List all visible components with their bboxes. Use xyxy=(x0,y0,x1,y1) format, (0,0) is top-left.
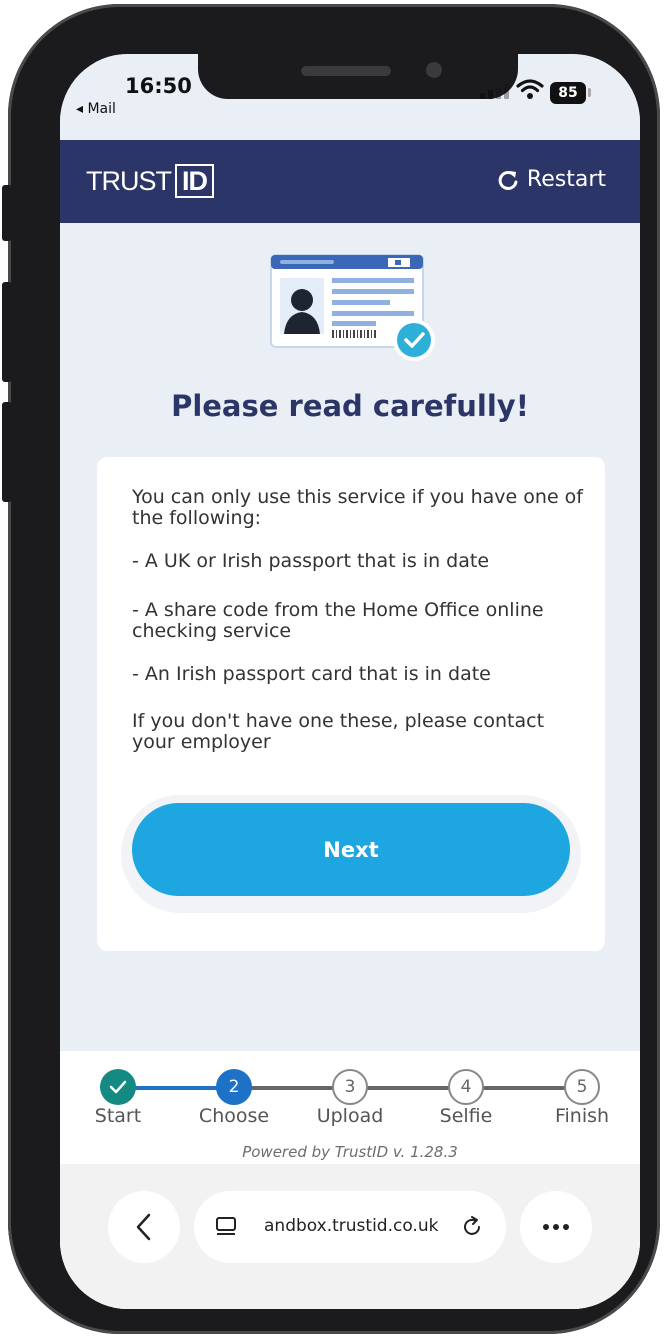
browser-toolbar: andbox.trustid.co.uk xyxy=(60,1164,640,1309)
reload-icon[interactable] xyxy=(460,1215,484,1239)
step-choose: 2 xyxy=(216,1069,252,1105)
notch xyxy=(198,54,518,99)
volume-down-button xyxy=(2,402,12,502)
step-label-start: Start xyxy=(94,1105,142,1127)
wifi-icon xyxy=(516,79,544,99)
back-to-mail-link[interactable]: ◂ Mail xyxy=(76,101,116,117)
back-chevron-icon xyxy=(136,1213,151,1241)
step-upload: 3 xyxy=(332,1069,368,1105)
status-bar: 16:50 ◂ Mail 85 xyxy=(60,54,640,140)
speaker xyxy=(301,66,391,76)
info-card: You can only use this service if you hav… xyxy=(97,457,605,951)
id-card-check-icon xyxy=(270,254,435,361)
status-time: 16:50 xyxy=(125,74,192,98)
step-label-upload: Upload xyxy=(316,1105,384,1127)
screen: 16:50 ◂ Mail 85 TRUST ID Restart Please … xyxy=(60,54,640,1309)
option-uk-irish-passport: - A UK or Irish passport that is in date xyxy=(132,550,490,572)
option-share-code: - A share code from the Home Office onli… xyxy=(132,599,544,642)
back-button[interactable] xyxy=(108,1191,180,1263)
logo-text: TRUST xyxy=(86,165,172,196)
volume-up-button xyxy=(2,282,12,382)
more-icon xyxy=(543,1224,569,1230)
logo-id-box: ID xyxy=(175,164,214,198)
address-bar[interactable]: andbox.trustid.co.uk xyxy=(194,1191,506,1263)
restart-button[interactable]: Restart xyxy=(497,167,606,192)
stepper-line-remaining xyxy=(234,1086,582,1090)
signal-icon xyxy=(480,84,509,99)
step-finish: 5 xyxy=(564,1069,600,1105)
restart-icon xyxy=(498,170,518,190)
battery-indicator: 85 xyxy=(550,82,586,104)
more-button[interactable] xyxy=(520,1191,592,1263)
intro-text: You can only use this service if you hav… xyxy=(132,486,583,529)
powered-by-text: Powered by TrustID v. 1.28.3 xyxy=(242,1143,458,1161)
step-label-finish: Finish xyxy=(554,1105,610,1127)
option-irish-passport-card: - An Irish passport card that is in date xyxy=(132,663,491,685)
step-label-selfie: Selfie xyxy=(439,1105,493,1127)
front-camera xyxy=(426,62,442,78)
trustid-logo: TRUST ID xyxy=(86,164,214,198)
step-label-choose: Choose xyxy=(198,1105,270,1127)
check-icon xyxy=(109,1080,127,1094)
url-text: andbox.trustid.co.uk xyxy=(264,1216,439,1236)
page-title: Please read carefully! xyxy=(171,389,529,423)
contact-employer-note: If you don't have one these, please cont… xyxy=(132,710,545,753)
restart-label: Restart xyxy=(526,167,606,192)
next-button[interactable]: Next xyxy=(132,803,570,896)
mute-switch xyxy=(2,185,12,241)
step-selfie: 4 xyxy=(448,1069,484,1105)
step-start xyxy=(100,1069,136,1105)
app-header: TRUST ID Restart xyxy=(60,140,640,223)
phone-frame: 16:50 ◂ Mail 85 TRUST ID Restart Please … xyxy=(8,4,660,1334)
battery-tip xyxy=(588,88,591,97)
tabs-icon xyxy=(216,1217,236,1235)
